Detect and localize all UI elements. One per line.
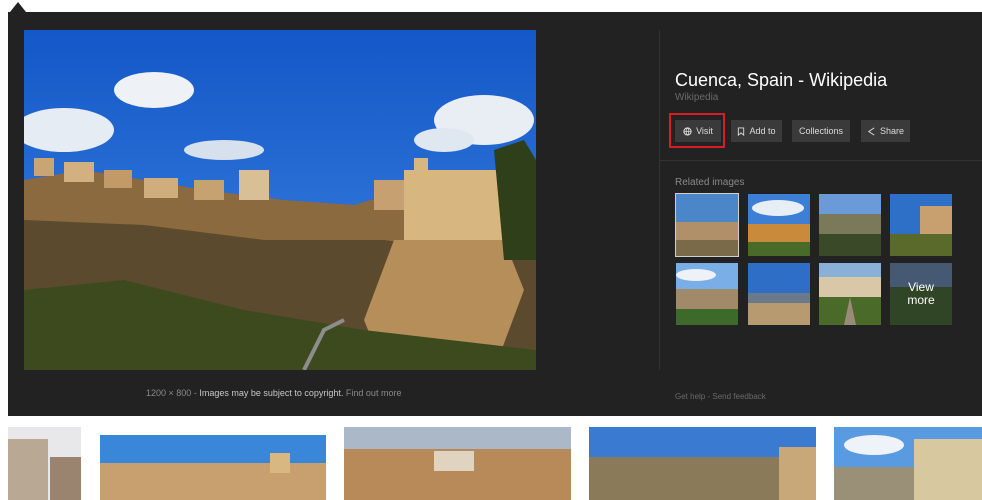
related-image-thumb[interactable] bbox=[676, 263, 738, 325]
panel-divider-vertical bbox=[659, 30, 660, 370]
image-dimensions: 1200 × 800 bbox=[146, 388, 192, 398]
related-images-heading: Related images bbox=[675, 177, 745, 188]
result-image[interactable] bbox=[589, 427, 816, 500]
get-help-link[interactable]: Get help bbox=[675, 392, 705, 401]
related-image-thumb[interactable] bbox=[748, 263, 810, 325]
collections-button[interactable]: Collections bbox=[792, 120, 850, 142]
send-feedback-link[interactable]: Send feedback bbox=[712, 392, 765, 401]
image-caption: 1200 × 800 - Images may be subject to co… bbox=[146, 388, 401, 398]
related-image-thumb[interactable] bbox=[819, 263, 881, 325]
result-source: Wikipedia bbox=[675, 92, 719, 103]
result-image[interactable] bbox=[100, 427, 326, 500]
add-to-label: Add to bbox=[749, 126, 776, 136]
panel-divider-horizontal bbox=[660, 160, 982, 161]
result-title[interactable]: Cuenca, Spain - Wikipedia bbox=[675, 70, 887, 91]
footer-separator: - bbox=[707, 392, 711, 401]
add-to-button[interactable]: Add to bbox=[731, 120, 782, 142]
view-more-label: View more bbox=[890, 263, 952, 325]
panel-footer-links: Get help - Send feedback bbox=[675, 392, 766, 401]
related-image-thumb[interactable] bbox=[748, 194, 810, 256]
bookmark-icon bbox=[737, 126, 745, 136]
globe-icon bbox=[683, 126, 692, 136]
result-image[interactable] bbox=[8, 427, 81, 500]
share-button[interactable]: Share bbox=[861, 120, 910, 142]
share-icon bbox=[867, 126, 876, 136]
visit-label: Visit bbox=[696, 126, 713, 136]
related-image-thumb[interactable] bbox=[819, 194, 881, 256]
related-image-thumb[interactable] bbox=[675, 193, 739, 257]
copyright-notice: Images may be subject to copyright. bbox=[199, 388, 344, 398]
related-image-thumb[interactable] bbox=[890, 194, 952, 256]
find-out-more-link[interactable]: Find out more bbox=[346, 388, 402, 398]
result-image[interactable] bbox=[344, 427, 571, 500]
panel-caret bbox=[10, 2, 26, 12]
caption-separator: - bbox=[193, 388, 197, 398]
collections-label: Collections bbox=[798, 126, 844, 136]
main-preview-image[interactable] bbox=[24, 30, 536, 370]
result-image[interactable] bbox=[834, 427, 982, 500]
view-more-thumb[interactable]: View more bbox=[890, 263, 952, 325]
share-label: Share bbox=[879, 126, 905, 136]
visit-button[interactable]: Visit bbox=[675, 120, 721, 142]
